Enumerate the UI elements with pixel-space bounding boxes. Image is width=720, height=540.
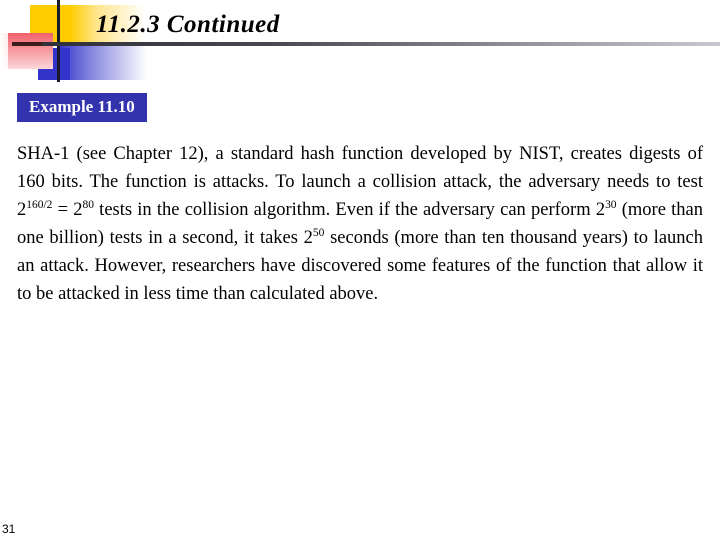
body-paragraph: SHA-1 (see Chapter 12), a standard hash … (17, 140, 703, 308)
eq4-exponent: 50 (312, 226, 325, 239)
page-number: 31 (2, 522, 16, 536)
eq2-base: 2 (73, 200, 83, 220)
title-divider (42, 42, 720, 46)
eq-equals-sign: = (52, 200, 74, 220)
eq3-exponent: 30 (605, 198, 617, 211)
body-text-part-2: tests in the collision algorithm. Even i… (93, 200, 596, 220)
eq1-base: 2 (17, 200, 27, 220)
eq1-exponent: 160/2 (26, 198, 53, 211)
eq4-base: 2 (303, 228, 313, 248)
expression-2-pow-160-over-2: 2160/2 (17, 198, 53, 220)
example-body-text: SHA-1 (see Chapter 12), a standard hash … (17, 140, 703, 308)
expression-2-pow-30: 230 (595, 198, 617, 220)
motif-red-gradient-vertical (0, 33, 53, 69)
page-title: 11.2.3 Continued (96, 11, 280, 38)
motif-vertical-bar (57, 0, 60, 82)
eq3-base: 2 (595, 200, 606, 220)
expression-2-pow-80: 280 (73, 198, 94, 220)
eq2-exponent: 80 (82, 198, 94, 211)
expression-2-pow-50: 250 (303, 226, 325, 248)
motif-blue-gradient (57, 42, 147, 80)
example-label-badge: Example 11.10 (17, 93, 147, 122)
body-text-part-1: SHA-1 (see Chapter 12), a standard hash … (17, 144, 703, 192)
